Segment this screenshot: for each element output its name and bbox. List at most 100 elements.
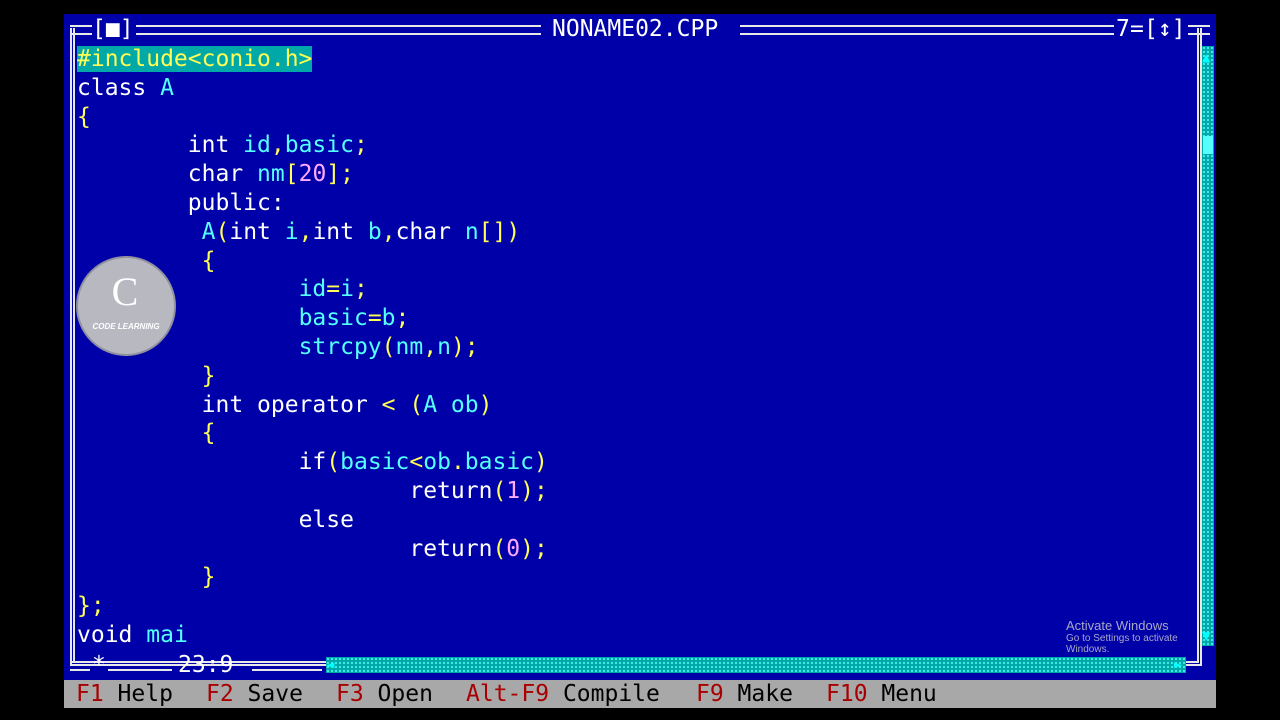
hotkey-label: F3 (336, 681, 364, 707)
code-line[interactable]: } (77, 362, 216, 390)
code-token: ) (534, 449, 548, 476)
menu-item-make[interactable]: F9 Make (696, 680, 793, 708)
code-line[interactable]: A(int i,int b,char n[]) (77, 218, 521, 246)
code-token: class (77, 74, 161, 101)
code-token: []) (478, 218, 521, 245)
scroll-up-arrow-icon[interactable]: ▲ (1202, 50, 1210, 66)
code-token: int (187, 132, 244, 159)
code-line[interactable]: #include<conio.h> (77, 45, 313, 73)
code-token: < (409, 449, 424, 476)
code-token: public: (187, 190, 285, 216)
code-token: void (77, 622, 147, 648)
hotkey-label: Alt-F9 (466, 681, 550, 707)
code-token: char (395, 218, 465, 245)
code-token: operator (257, 391, 382, 418)
code-token: basic (340, 449, 410, 476)
code-token: 1 (506, 478, 521, 504)
modified-marker: * (92, 652, 106, 678)
code-token: id (298, 276, 327, 303)
watermark-subtitle: Go to Settings to activate Windows. (1066, 633, 1178, 655)
menu-item-menu[interactable]: F10 Menu (826, 680, 937, 708)
hotkey-label: F9 (696, 681, 724, 707)
code-token: basic (284, 132, 354, 159)
code-line[interactable]: public: (77, 189, 285, 217)
code-token: ( (381, 334, 396, 360)
code-token: = (367, 305, 382, 332)
menu-item-save[interactable]: F2 Save (206, 680, 303, 708)
code-line[interactable]: if(basic<ob.basic) (77, 448, 548, 476)
logo-clock-icon: C (111, 269, 139, 314)
code-token: [ (284, 161, 299, 188)
code-token: { (201, 247, 216, 274)
hotkey-label: F10 (826, 681, 868, 707)
hotkey-label: F1 (76, 681, 104, 707)
menu-item-open[interactable]: F3 Open (336, 680, 433, 708)
vertical-scroll-thumb[interactable] (1203, 136, 1213, 154)
code-token: if (298, 449, 327, 476)
code-token: int (201, 391, 258, 418)
code-token: ]; (326, 161, 354, 188)
code-token: ; (395, 305, 410, 332)
menu-label: Make (723, 681, 793, 707)
code-token: < (381, 391, 410, 418)
code-token: mai (146, 622, 188, 648)
code-token: A (201, 218, 216, 245)
code-token: b (381, 305, 396, 332)
code-line[interactable]: }; (77, 592, 105, 620)
code-line[interactable]: char nm[20]; (77, 160, 354, 188)
code-token: ( (492, 535, 507, 562)
code-token: basic (298, 305, 368, 332)
code-token: return (409, 478, 493, 504)
code-line[interactable]: return(1); (77, 477, 548, 505)
menu-label: Open (363, 681, 433, 707)
code-token: , (381, 218, 396, 245)
code-token: ( (492, 478, 507, 504)
code-line[interactable]: } (77, 563, 216, 591)
code-token: } (201, 564, 216, 591)
code-token: A (160, 74, 174, 101)
menu-label: Help (103, 681, 173, 707)
turbo-cpp-ide: [■] NONAME02.CPP 7 = [↕] #include<conio.… (64, 14, 1216, 708)
code-line[interactable]: { (77, 419, 216, 447)
code-token: { (201, 420, 216, 447)
code-token: n (437, 334, 451, 360)
logo-text: CODE LEARNING (92, 322, 160, 331)
code-token: nm (257, 161, 285, 188)
code-token: #include<conio.h> (77, 46, 313, 72)
code-token: strcpy (298, 334, 382, 360)
code-line[interactable]: int operator < (A ob) (77, 391, 493, 419)
menu-item-compile[interactable]: Alt-F9 Compile (466, 680, 660, 708)
function-key-bar: F1 Help F2 Save F3 Open Alt-F9 Compile F9 Ma… (64, 680, 1216, 708)
code-line[interactable]: class A (77, 74, 174, 102)
code-line[interactable]: else (77, 506, 354, 534)
code-token: }; (77, 593, 105, 620)
scroll-right-arrow-icon[interactable]: ► (1174, 657, 1182, 673)
code-line[interactable]: void mai (77, 621, 188, 649)
channel-logo: C CODE LEARNING (76, 256, 176, 356)
code-token: nm (395, 334, 424, 360)
code-line[interactable]: return(0); (77, 535, 548, 563)
menu-label: Save (233, 681, 303, 707)
code-token: id (243, 132, 271, 159)
menu-item-help[interactable]: F1 Help (76, 680, 173, 708)
code-token: ); (450, 334, 479, 360)
code-token: return (409, 535, 493, 562)
code-token: else (298, 506, 354, 533)
code-token: ); (520, 478, 548, 504)
code-token: ; (353, 132, 368, 159)
cursor-position: 23:9 (178, 652, 234, 678)
scroll-left-arrow-icon[interactable]: ◄ (326, 657, 334, 673)
horizontal-scrollbar[interactable] (326, 657, 1186, 673)
code-token: 0 (506, 535, 521, 562)
code-line[interactable]: int id,basic; (77, 131, 368, 159)
code-token: i (284, 218, 299, 245)
code-line[interactable]: { (77, 103, 91, 131)
